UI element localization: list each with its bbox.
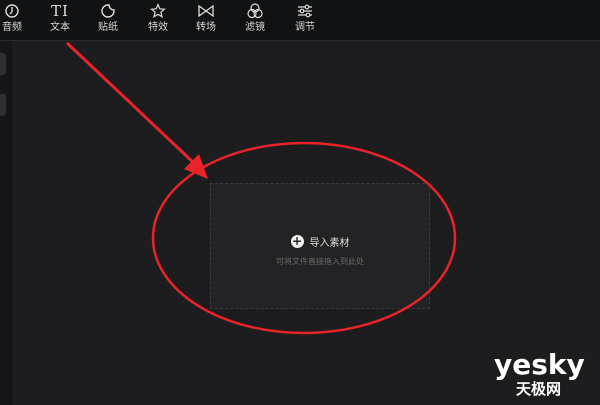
annotation-arrow-line bbox=[65, 41, 198, 167]
annotation-overlay bbox=[65, 41, 457, 335]
watermark-brand: yesky bbox=[494, 348, 585, 381]
watermark-brand-cn: 天极网 bbox=[516, 380, 562, 398]
